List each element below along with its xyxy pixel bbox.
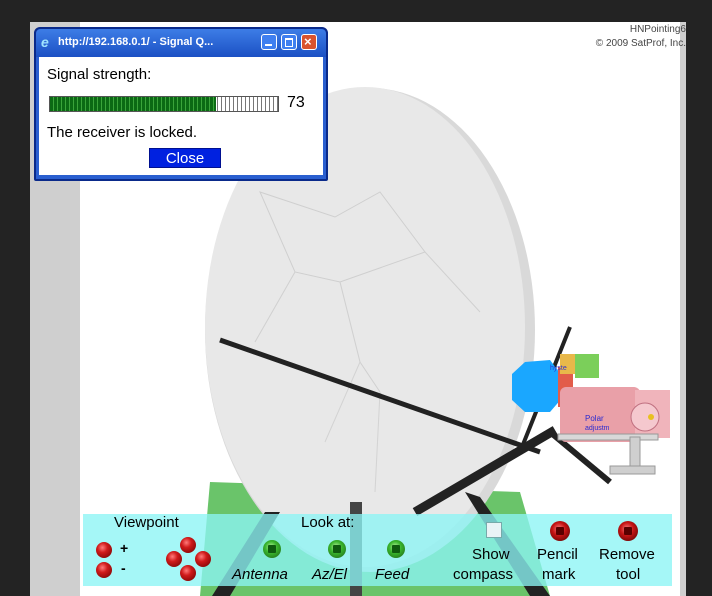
lock-status: The receiver is locked. [47, 124, 198, 141]
pencil-mark-button[interactable] [550, 521, 570, 541]
close-icon[interactable]: × [301, 34, 317, 50]
bracket-base [609, 465, 656, 475]
pencil-mark-label-line1: Pencil [537, 546, 578, 563]
ie-icon: e [41, 34, 49, 50]
lnb-box [575, 354, 599, 378]
minimize-icon[interactable] [261, 34, 277, 50]
product-name: HNPointing6 [629, 24, 686, 35]
pencil-mark-label-line2: mark [542, 566, 576, 583]
signal-strength-label: Signal strength: [47, 66, 152, 83]
hint-label: hyste [550, 365, 567, 372]
rotate-up-button[interactable] [180, 537, 196, 553]
window-top-frame [0, 0, 712, 22]
signal-strength-bar [49, 96, 279, 112]
maximize-icon[interactable] [281, 34, 297, 50]
signal-quality-window[interactable]: e http://192.168.0.1/ - Signal Q... × Si… [34, 27, 328, 181]
adjust-label: adjustm [585, 425, 610, 432]
look-antenna-button[interactable] [263, 540, 281, 558]
zoom-out-button[interactable] [96, 562, 112, 578]
window-titlebar[interactable]: e http://192.168.0.1/ - Signal Q... × [36, 29, 326, 57]
zoom-in-button[interactable] [96, 542, 112, 558]
look-feed-button[interactable] [387, 540, 405, 558]
look-at-label: Look at: [301, 514, 355, 531]
brand-block: HNPointing6 © 2009 SatProf, Inc. [596, 23, 712, 51]
remove-tool-button[interactable] [618, 521, 638, 541]
show-compass-label-line2: compass [453, 566, 514, 583]
rotate-right-button[interactable] [195, 551, 211, 567]
window-title: http://192.168.0.1/ - Signal Q... [58, 36, 214, 48]
control-toolbar: Viewpoint + - Look at: Antenna Az/El Fee… [83, 514, 672, 586]
remove-tool-label-line1: Remove [599, 546, 655, 563]
look-azel-button[interactable] [328, 540, 346, 558]
signal-strength-value: 73 [287, 94, 305, 111]
zoom-out-sign: - [121, 560, 126, 576]
rotate-down-button[interactable] [180, 565, 196, 581]
zoom-in-sign: + [120, 540, 129, 556]
bracket-bar [557, 433, 659, 441]
rotate-left-button[interactable] [166, 551, 182, 567]
copyright-text: © 2009 SatProf, Inc. [595, 38, 686, 49]
look-azel-label: Az/El [312, 566, 348, 583]
window-body: Signal strength: 73 The receiver is lock… [39, 57, 323, 175]
show-compass-checkbox[interactable] [486, 522, 502, 538]
viewpoint-label: Viewpoint [114, 514, 179, 531]
right-frame [686, 0, 712, 596]
signal-strength-fill [50, 97, 217, 111]
look-antenna-label: Antenna [232, 566, 288, 583]
show-compass-label-line1: Show [472, 546, 510, 563]
look-feed-label: Feed [375, 566, 410, 583]
polar-adjust-bolt [648, 414, 654, 420]
polar-label: Polar [585, 414, 604, 423]
remove-tool-label-line2: tool [616, 566, 641, 583]
polar-adjust-disk [630, 402, 660, 432]
close-button[interactable]: Close [149, 148, 221, 168]
